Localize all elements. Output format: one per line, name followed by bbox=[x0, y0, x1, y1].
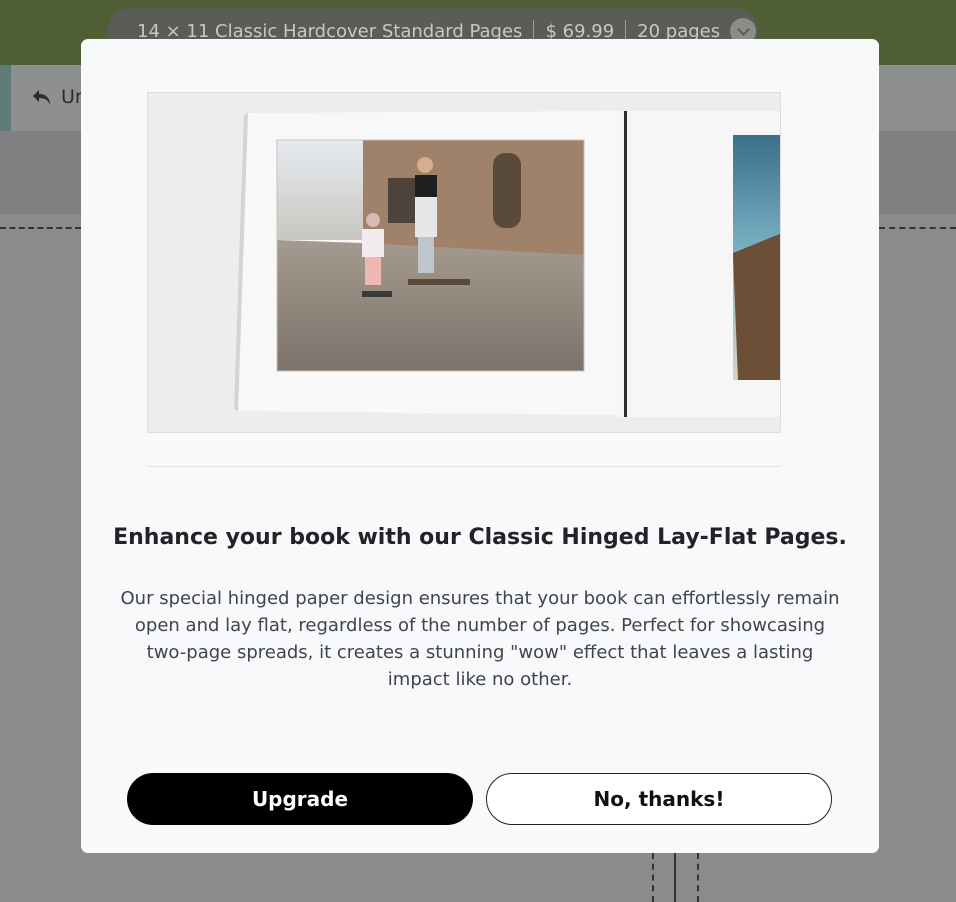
spine-guide bbox=[652, 853, 654, 902]
divider bbox=[147, 466, 781, 467]
page-guide bbox=[0, 227, 81, 229]
decline-button[interactable]: No, thanks! bbox=[486, 773, 832, 825]
dialog-title: Enhance your book with our Classic Hinge… bbox=[113, 525, 847, 550]
upgrade-button[interactable]: Upgrade bbox=[127, 773, 473, 825]
spine-line bbox=[674, 853, 676, 902]
undo-icon bbox=[33, 90, 50, 105]
upgrade-dialog: Enhance your book with our Classic Hinge… bbox=[81, 39, 879, 853]
dialog-description: Our special hinged paper design ensures … bbox=[120, 588, 840, 690]
book-preview-image bbox=[147, 92, 781, 433]
toolbar-accent bbox=[0, 65, 11, 131]
undo-button[interactable]: Un bbox=[31, 86, 87, 108]
spine-guide bbox=[697, 853, 699, 902]
page-guide bbox=[879, 227, 956, 229]
